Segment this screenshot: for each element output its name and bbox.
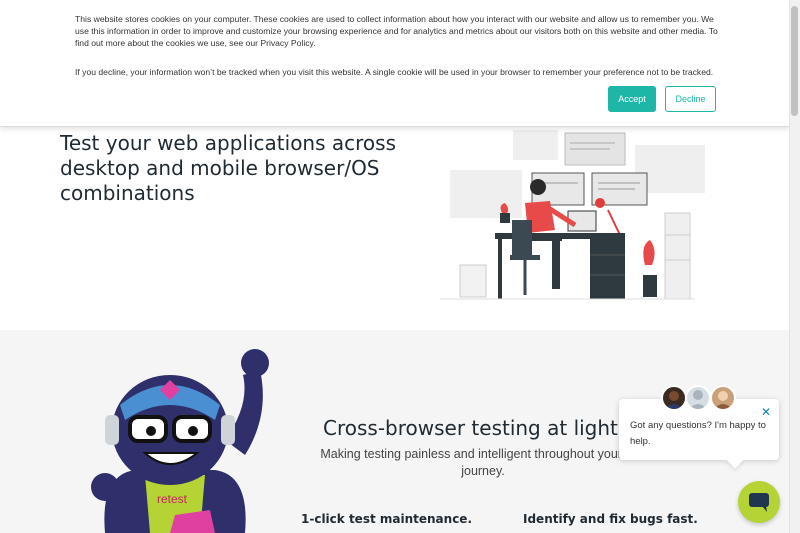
mascot-shirt-text: retest [157, 492, 188, 506]
section-subtitle: Making testing painless and intelligent … [320, 447, 646, 478]
agent-avatar [710, 385, 736, 411]
section-title: Cross-browser testing at lightning [323, 416, 662, 440]
accept-cookies-button[interactable]: Accept [608, 86, 656, 112]
agent-avatar [661, 385, 687, 411]
decline-cookies-button[interactable]: Decline [665, 86, 716, 112]
chat-icon [749, 493, 769, 512]
agent-avatar-placeholder [685, 385, 711, 411]
page-scrollbar[interactable] [789, 0, 800, 533]
scrollbar-thumb[interactable] [791, 6, 798, 116]
chat-message: Got any questions? I'm happy to help. [630, 420, 766, 447]
developer-illustration [440, 130, 705, 300]
cookie-text-secondary: If you decline, your information won’t b… [75, 67, 714, 77]
gorilla-mascot-illustration: retest [91, 349, 269, 533]
cookie-text-primary: This website stores cookies on your comp… [75, 14, 718, 48]
feature-title-bugs: Identify and fix bugs fast. [523, 512, 698, 526]
cookie-banner: This website stores cookies on your comp… [0, 0, 790, 127]
chat-launcher-button[interactable] [738, 481, 780, 523]
feature-title-maintenance: 1-click test maintenance. [301, 512, 472, 526]
close-icon[interactable]: ✕ [761, 406, 771, 418]
hero-title: Test your web applications across deskto… [60, 131, 396, 206]
